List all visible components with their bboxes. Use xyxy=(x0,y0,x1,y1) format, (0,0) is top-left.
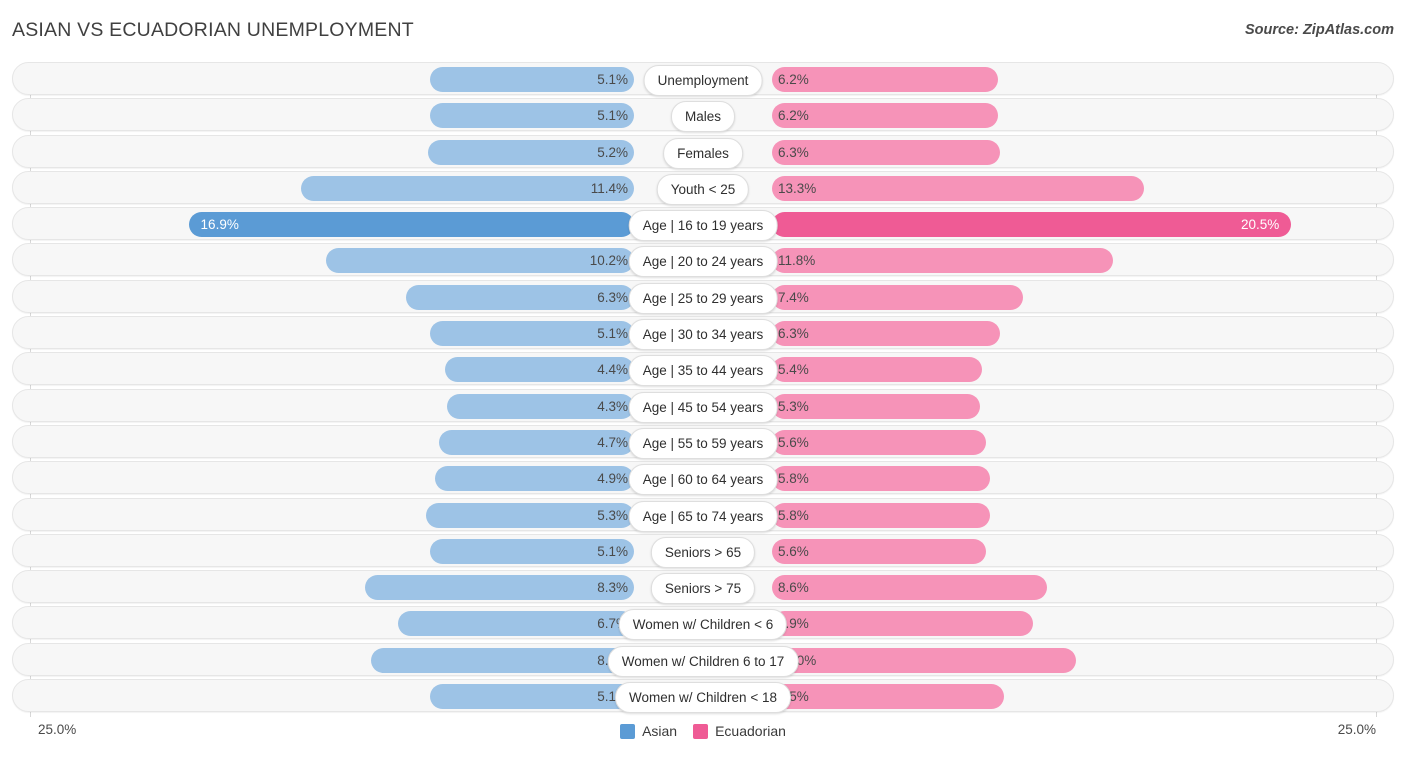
value-label-ecuadorian: 5.8% xyxy=(778,507,809,523)
bar-ecuadorian xyxy=(772,575,1048,601)
table-row[interactable]: 11.4% 13.3% Youth < 25 xyxy=(12,170,1394,205)
category-label[interactable]: Unemployment xyxy=(643,65,763,96)
table-row[interactable]: 8.3% 8.6% Seniors > 75 xyxy=(12,570,1394,605)
legend-item-asian[interactable]: Asian xyxy=(620,723,677,739)
table-row[interactable]: 4.3% 5.3% Age | 45 to 54 years xyxy=(12,388,1394,423)
category-label[interactable]: Age | 16 to 19 years xyxy=(628,210,778,242)
value-label-asian: 5.1% xyxy=(597,108,628,124)
table-row[interactable]: 6.3% 7.4% Age | 25 to 29 years xyxy=(12,279,1394,314)
bar-rows-container: 5.1% 6.2% Unemployment 5.1% 6.2% Males 5.2% 6.3… xyxy=(0,62,1406,715)
legend-label: Ecuadorian xyxy=(715,723,786,739)
bar-asian xyxy=(371,647,634,673)
table-row[interactable]: 6.7% 7.9% Women w/ Children < 6 xyxy=(12,606,1394,641)
table-row[interactable]: 5.1% 5.6% Seniors > 65 xyxy=(12,533,1394,568)
category-label[interactable]: Seniors > 75 xyxy=(650,573,756,605)
category-label[interactable]: Males xyxy=(670,101,736,133)
value-label-ecuadorian: 5.3% xyxy=(778,398,809,414)
bar-ecuadorian xyxy=(772,647,1076,673)
bar-asian xyxy=(188,212,634,238)
category-label[interactable]: Age | 20 to 24 years xyxy=(628,246,778,278)
value-label-asian: 10.2% xyxy=(589,253,628,269)
value-label-ecuadorian: 5.4% xyxy=(778,362,809,378)
value-label-ecuadorian: 5.6% xyxy=(778,434,809,450)
category-label[interactable]: Age | 65 to 74 years xyxy=(628,500,778,532)
table-row[interactable]: 8.0%10.0%Women w/ Children 6 to 17 xyxy=(12,642,1394,677)
category-label[interactable]: Seniors > 65 xyxy=(650,536,756,568)
value-label-asian: 5.2% xyxy=(597,144,628,160)
value-label-ecuadorian: 20.5% xyxy=(1240,217,1280,233)
value-label-ecuadorian: 6.3% xyxy=(778,144,809,160)
value-label-ecuadorian: 13.3% xyxy=(778,180,817,196)
table-row[interactable]: 4.7% 5.6% Age | 55 to 59 years xyxy=(12,424,1394,459)
legend-label: Asian xyxy=(642,723,678,739)
value-label-asian: 16.9% xyxy=(200,217,239,233)
bar-ecuadorian xyxy=(772,212,1292,238)
category-label[interactable]: Women w/ Children < 6 xyxy=(618,609,788,641)
bar-ecuadorian xyxy=(772,284,1023,310)
source-attribution: Source: ZipAtlas.com xyxy=(1244,22,1394,38)
table-row[interactable]: 4.4% 5.4% Age | 35 to 44 years xyxy=(12,352,1394,387)
legend-item-ecuadorian[interactable]: Ecuadorian xyxy=(693,723,786,739)
bar-ecuadorian xyxy=(772,611,1033,637)
value-label-asian: 5.1% xyxy=(597,72,628,87)
legend-swatch-ecuadorian-icon xyxy=(693,723,709,739)
category-label[interactable]: Age | 60 to 64 years xyxy=(628,464,778,496)
table-row[interactable]: 5.1% 6.3% Age | 30 to 34 years xyxy=(12,316,1394,351)
bar-asian xyxy=(364,575,634,601)
value-label-asian: 11.4% xyxy=(590,180,628,196)
value-label-ecuadorian: 5.8% xyxy=(778,471,809,487)
value-label-ecuadorian: 6.2% xyxy=(778,108,809,124)
legend-swatch-asian-icon xyxy=(620,723,636,739)
chart-legend: Asian Ecuadorian xyxy=(0,723,1406,739)
category-label[interactable]: Women w/ Children 6 to 17 xyxy=(607,645,799,677)
table-row[interactable]: 5.1% 6.2% Males xyxy=(12,98,1394,133)
category-label[interactable]: Youth < 25 xyxy=(656,173,750,205)
chart-header: ASIAN VS ECUADORIAN UNEMPLOYMENT Source:… xyxy=(0,0,1406,60)
table-row[interactable]: 4.9% 5.8% Age | 60 to 64 years xyxy=(12,461,1394,496)
category-label[interactable]: Females xyxy=(663,137,743,169)
chart-plot-area: 5.1% 6.2% Unemployment 5.1% 6.2% Males 5.2% 6.3… xyxy=(0,62,1406,717)
category-label[interactable]: Women w/ Children < 18 xyxy=(615,682,791,714)
value-label-ecuadorian: 6.3% xyxy=(778,326,809,342)
table-row[interactable]: 16.9% 20.5% Age | 16 to 19 years xyxy=(12,207,1394,242)
table-row[interactable]: 5.1% 6.5% Women w/ Children < 18 xyxy=(12,679,1394,714)
category-label[interactable]: Age | 55 to 59 years xyxy=(628,427,778,459)
value-label-ecuadorian: 7.4% xyxy=(778,289,809,305)
category-label[interactable]: Age | 25 to 29 years xyxy=(628,282,778,314)
category-label[interactable]: Age | 45 to 54 years xyxy=(628,391,778,423)
value-label-ecuadorian: 6.2% xyxy=(778,72,809,87)
table-row[interactable]: 5.2% 6.3% Females xyxy=(12,134,1394,169)
bar-asian xyxy=(325,248,634,274)
chart-footer: 25.0% 25.0% Asian Ecuadorian xyxy=(0,717,1406,757)
value-label-asian: 8.3% xyxy=(597,580,628,596)
table-row[interactable]: 5.3% 5.8% Age | 65 to 74 years xyxy=(12,497,1394,532)
category-label[interactable]: Age | 35 to 44 years xyxy=(628,355,778,387)
table-row[interactable]: 5.1% 6.2% Unemployment xyxy=(12,62,1394,96)
bar-ecuadorian xyxy=(772,248,1113,274)
table-row[interactable]: 10.2% 11.8% Age | 20 to 24 years xyxy=(12,243,1394,278)
category-label[interactable]: Age | 30 to 34 years xyxy=(628,319,778,351)
value-label-asian: 5.1% xyxy=(597,543,628,559)
value-label-ecuadorian: 5.6% xyxy=(778,543,809,559)
value-label-ecuadorian: 11.8% xyxy=(778,253,816,269)
value-label-ecuadorian: 8.6% xyxy=(778,580,809,596)
page-title: ASIAN VS ECUADORIAN UNEMPLOYMENT xyxy=(12,19,414,41)
bar-ecuadorian xyxy=(772,175,1144,201)
bar-asian xyxy=(301,175,634,201)
